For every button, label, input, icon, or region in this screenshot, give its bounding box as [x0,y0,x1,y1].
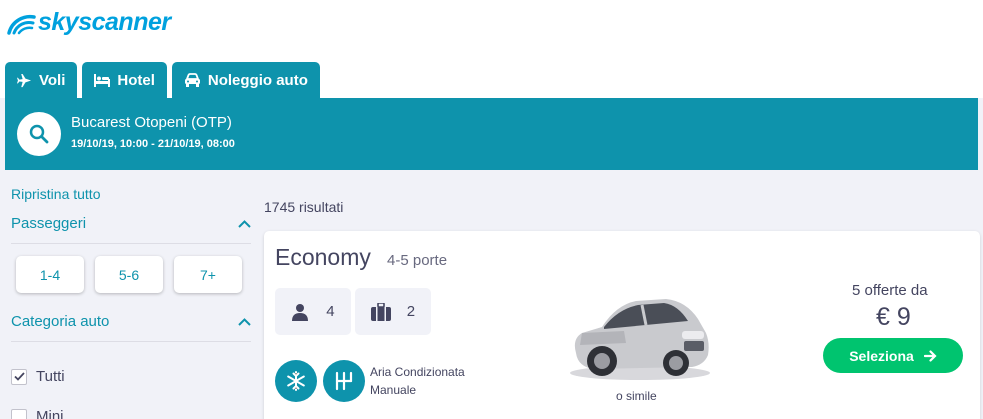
or-similar-note: o simile [616,389,657,403]
bags-count: 2 [406,303,416,320]
chevron-up-icon [238,317,251,326]
top-bar: skyscanner Voli Hotel Noleggio auto [0,0,983,98]
passengers-option-5-6[interactable]: 5-6 [95,256,163,293]
bags-spec: 2 [355,288,431,335]
suitcase-icon [370,302,391,321]
bed-icon [94,73,111,87]
checkmark-icon [13,372,25,381]
category-option-label: Mini [36,408,64,419]
price: € 9 [876,303,911,331]
snowflake-icon [287,371,305,391]
checkbox-unchecked[interactable] [11,408,27,419]
tab-label: Hotel [117,71,155,89]
search-button[interactable] [17,112,61,156]
product-tabs: Voli Hotel Noleggio auto [5,62,325,98]
divider [11,243,251,244]
car-class: Economy [275,244,371,270]
passengers-option-1-4[interactable]: 1-4 [16,256,84,293]
category-option-mini[interactable]: Mini [11,408,64,419]
seats-count: 4 [326,303,335,320]
category-option-label: Tutti [36,368,65,385]
gear-shift-icon [335,371,353,391]
car-image[interactable] [564,283,714,388]
person-icon [292,303,309,321]
car-doors: 4-5 porte [387,252,448,269]
feature-air-conditioning: Aria Condizionata [370,365,465,379]
search-icon [29,124,49,144]
passengers-filter-header[interactable]: Passeggeri [11,215,251,232]
tab-label: Noleggio auto [207,71,308,89]
manual-transmission-badge [323,360,365,402]
search-summary[interactable]: Bucarest Otopeni (OTP) 19/10/19, 10:00 -… [5,98,978,170]
seats-spec: 4 [275,288,351,335]
feature-transmission: Manuale [370,383,417,397]
divider [11,341,251,342]
brand-name: skyscanner [38,8,171,36]
category-option-all[interactable]: Tutti [11,368,65,385]
skyscanner-logo[interactable]: skyscanner [6,8,171,37]
search-dates: 19/10/19, 10:00 - 21/10/19, 08:00 [71,138,235,150]
tab-label: Voli [39,71,66,89]
results-count: 1745 risultati [264,199,344,215]
chevron-up-icon [238,219,251,228]
plane-icon [17,73,32,88]
checkbox-checked[interactable] [11,368,27,385]
filters-sidebar: Ripristina tutto Passeggeri 1-4 5-6 7+ C… [0,170,262,419]
select-button[interactable]: Seleziona [823,338,963,373]
select-button-label: Seleziona [849,347,914,364]
passengers-option-7-plus[interactable]: 7+ [174,256,242,293]
car-category-filter-header[interactable]: Categoria auto [11,313,251,330]
offers-count: 5 offerte da [852,282,928,299]
air-conditioning-badge [275,360,317,402]
tab-flights[interactable]: Voli [5,62,78,98]
arrow-right-icon [923,349,937,362]
car-result-card: Economy 4-5 porte 4 2 Aria Condizionata … [264,231,980,419]
passengers-filter-title: Passeggeri [11,215,87,232]
search-location: Bucarest Otopeni (OTP) [71,114,232,131]
car-icon [184,73,201,87]
tab-car-hire[interactable]: Noleggio auto [171,62,320,98]
skyscanner-logo-icon [7,14,36,35]
tab-hotel[interactable]: Hotel [82,62,167,98]
car-category-filter-title: Categoria auto [11,313,110,330]
reset-filters-link[interactable]: Ripristina tutto [11,186,100,202]
